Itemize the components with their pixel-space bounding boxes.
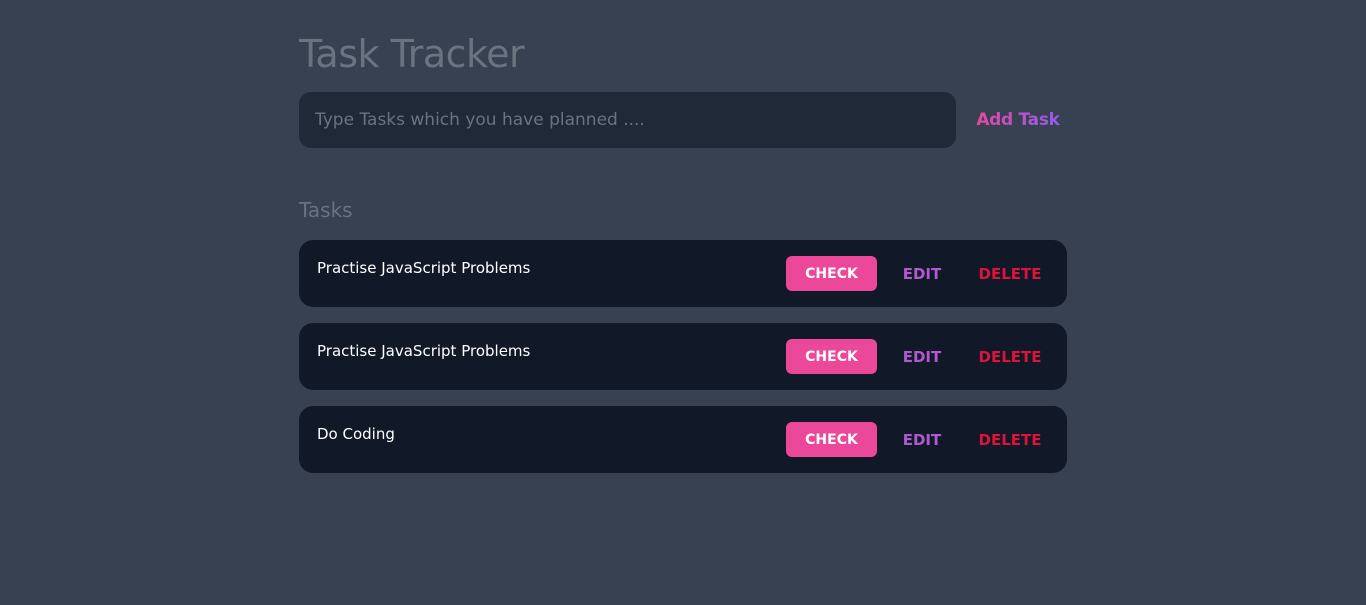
edit-button[interactable]: EDIT xyxy=(890,422,954,457)
check-button[interactable]: CHECK xyxy=(786,256,877,291)
task-text: Do Coding xyxy=(317,425,395,443)
tasks-list: Practise JavaScript Problems CHECK EDIT … xyxy=(299,240,1067,489)
task-text: Practise JavaScript Problems xyxy=(317,342,531,360)
tasks-heading: Tasks xyxy=(299,198,353,222)
edit-button[interactable]: EDIT xyxy=(890,339,954,374)
task-item: Do Coding CHECK EDIT DELETE xyxy=(299,406,1067,473)
new-task-form: Add Task xyxy=(299,92,1067,148)
task-item: Practise JavaScript Problems CHECK EDIT … xyxy=(299,240,1067,307)
delete-button[interactable]: DELETE xyxy=(965,422,1055,457)
delete-button[interactable]: DELETE xyxy=(965,256,1055,291)
page-title: Task Tracker xyxy=(299,32,525,76)
new-task-input[interactable] xyxy=(299,92,956,148)
task-text: Practise JavaScript Problems xyxy=(317,259,531,277)
edit-button[interactable]: EDIT xyxy=(890,256,954,291)
delete-button[interactable]: DELETE xyxy=(965,339,1055,374)
add-task-button[interactable]: Add Task xyxy=(969,92,1067,148)
check-button[interactable]: CHECK xyxy=(786,422,877,457)
check-button[interactable]: CHECK xyxy=(786,339,877,374)
task-item: Practise JavaScript Problems CHECK EDIT … xyxy=(299,323,1067,390)
